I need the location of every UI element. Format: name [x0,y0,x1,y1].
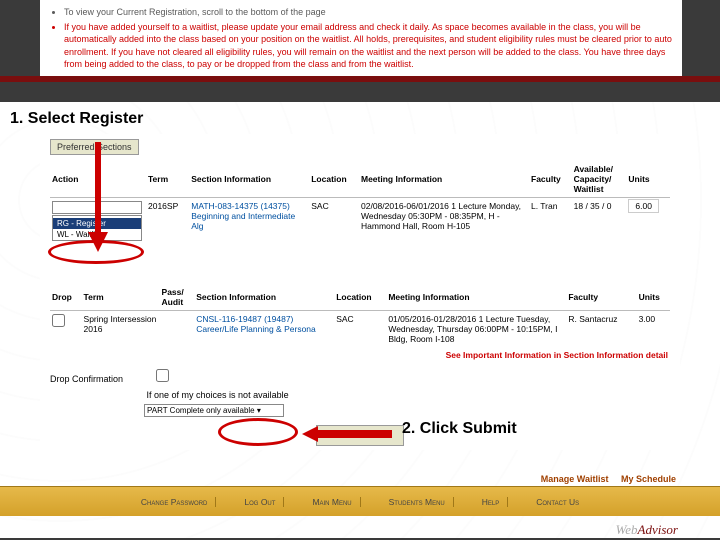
col-term: Term [146,161,189,198]
col-units2: Units [637,284,670,311]
footer-links: Manage Waitlist My Schedule [531,474,676,484]
part-complete-select[interactable]: PART Complete only available ▾ [144,404,284,417]
manage-waitlist-link[interactable]: Manage Waitlist [541,474,609,484]
drop-confirmation-checkbox[interactable] [156,369,169,382]
cell-location2: SAC [334,311,386,348]
col-faculty2: Faculty [566,284,636,311]
webadvisor-logo: WebAdvisor [616,522,678,538]
nav-change-password[interactable]: Change Password [133,497,217,507]
current-sections-table: Drop Term Pass/ Audit Section Informatio… [50,284,670,363]
cell-faculty: L. Tran [529,198,572,235]
registration-panel: Preferred Sections Action Term Section I… [40,134,680,450]
callout-step-2: 2. Click Submit [402,420,517,438]
cell-location: SAC [309,198,359,235]
warning-line-2: If you have added yourself to a waitlist… [64,21,672,71]
callout-step-1: 1. Select Register [10,110,143,128]
col-meeting2: Meeting Information [386,284,566,311]
nav-contact-us[interactable]: Contact Us [528,497,587,507]
col-section2: Section Information [194,284,334,311]
if-one-label: If one of my choices is not available [147,390,289,400]
red-note: See Important Information in Section Inf… [446,350,668,360]
nav-students-menu[interactable]: Students Menu [381,497,454,507]
cell-meeting2: 01/05/2016-01/28/2016 1 Lecture Tuesday,… [386,311,566,348]
table-row: Spring Intersession 2016 CNSL-116-19487 … [50,311,670,348]
cell-meeting: 02/08/2016-06/01/2016 1 Lecture Monday, … [359,198,529,235]
drop-confirmation-label: Drop Confirmation [50,374,123,384]
col-location2: Location [334,284,386,311]
col-term2: Term [82,284,160,311]
drop-checkbox[interactable] [52,314,65,327]
my-schedule-link[interactable]: My Schedule [621,474,676,484]
nav-main-menu[interactable]: Main Menu [304,497,360,507]
warning-list: To view your Current Registration, scrol… [50,6,672,71]
cell-section-link[interactable]: MATH-083-14375 (14375) Beginning and Int… [189,198,309,235]
cell-section-link2[interactable]: CNSL-116-19487 (19487) Career/Life Plann… [194,311,334,348]
cell-faculty2: R. Santacruz [566,311,636,348]
col-faculty: Faculty [529,161,572,198]
cell-units: 6.00 [628,199,659,213]
col-meeting: Meeting Information [359,161,529,198]
col-section: Section Information [189,161,309,198]
cell-term: 2016SP [146,198,189,235]
gold-nav-bar: Change Password Log Out Main Menu Studen… [0,486,720,516]
col-units: Units [626,161,670,198]
table-row: RG - Register WL - Waitlist 2016SP MATH-… [50,198,670,235]
cell-avail: 18 / 35 / 0 [572,198,627,235]
preferred-sections-table: Action Term Section Information Location… [50,161,670,234]
arrow-to-register [86,142,110,255]
col-avail: Available/ Capacity/ Waitlist [572,161,627,198]
arrow-to-submit [302,426,392,445]
col-location: Location [309,161,359,198]
cell-units2: 3.00 [637,311,670,348]
warning-line-1: To view your Current Registration, scrol… [64,6,672,19]
nav-help[interactable]: Help [474,497,508,507]
col-drop: Drop [50,284,82,311]
col-pass: Pass/ Audit [160,284,195,311]
nav-log-out[interactable]: Log Out [236,497,284,507]
cell-term2: Spring Intersession 2016 [82,311,160,348]
